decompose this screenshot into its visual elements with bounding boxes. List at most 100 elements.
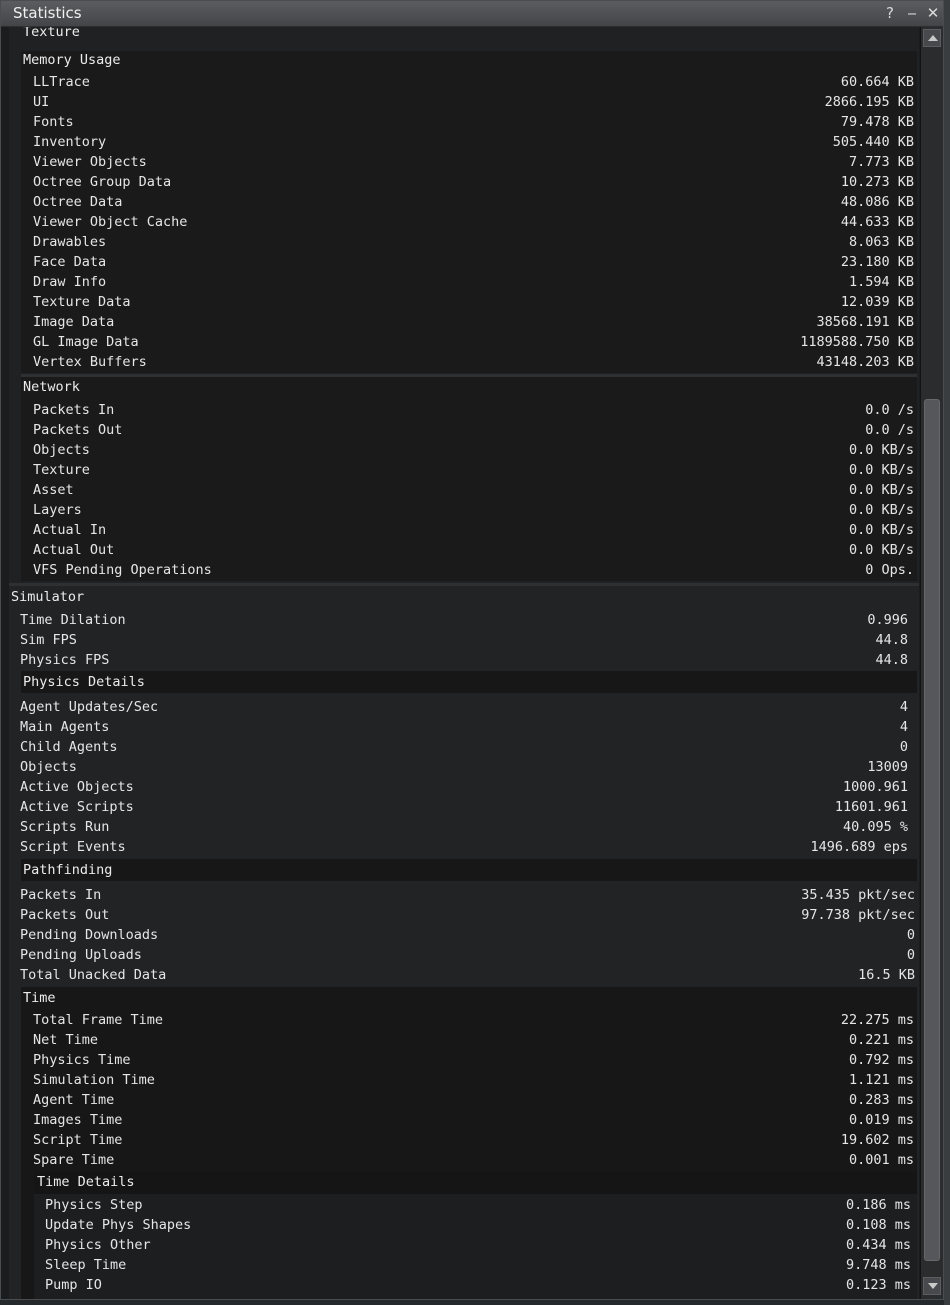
time-header[interactable]: Time [23, 987, 56, 1009]
stat-label: Objects [20, 759, 77, 775]
stat-row: Asset 0.0 KB/s [33, 480, 914, 500]
help-icon[interactable]: ? [881, 3, 899, 23]
stat-label: Packets In [33, 402, 115, 418]
stat-row: Script Time 19.602 ms [33, 1130, 914, 1150]
physics-details-header[interactable]: Physics Details [23, 671, 145, 693]
stat-row: Packets Out 97.738 pkt/sec [20, 905, 915, 925]
network-header[interactable]: Network [23, 376, 80, 398]
stat-row: Active Objects 1000.961 [20, 777, 908, 797]
stat-row: Sleep Time 9.748 ms [45, 1255, 911, 1275]
stat-value: 0.108 ms [845, 1217, 911, 1233]
stat-label: Image Data [33, 314, 115, 330]
stat-row: Actual In 0.0 KB/s [33, 520, 914, 540]
stat-label: Active Objects [20, 779, 134, 795]
close-icon[interactable]: ✕ [924, 3, 942, 23]
stat-row: Image Data 38568.191 KB [33, 312, 914, 332]
scroll-up-arrow-icon[interactable] [923, 29, 941, 47]
stat-row: Octree Group Data 10.273 KB [33, 172, 914, 192]
stat-label: Total Frame Time [33, 1012, 164, 1028]
title-bar[interactable]: Statistics ? ‒ ✕ [1, 1, 943, 27]
stat-label: Layers [33, 502, 82, 518]
stat-row: Octree Data 48.086 KB [33, 192, 914, 212]
stat-value: 0.0 KB/s [848, 462, 914, 478]
stat-label: Main Agents [20, 719, 110, 735]
stat-label: Viewer Objects [33, 154, 147, 170]
stat-label: Total Unacked Data [20, 967, 167, 983]
stat-label: Images Time [33, 1112, 123, 1128]
vertical-scrollbar[interactable] [920, 27, 943, 1299]
stat-label: Asset [33, 482, 74, 498]
stat-row: Packets In 35.435 pkt/sec [20, 885, 915, 905]
stat-value: 79.478 KB [840, 114, 914, 130]
window-title: Statistics [13, 4, 82, 22]
stat-row: Inventory 505.440 KB [33, 132, 914, 152]
stat-row: Scripts Run 40.095 % [20, 817, 908, 837]
stat-value: 97.738 pkt/sec [801, 907, 915, 923]
statistics-window: Statistics ? ‒ ✕ Texture Memory Usage Ne… [0, 0, 944, 1300]
stat-row: Objects 13009 [20, 757, 908, 777]
stat-row: Simulation Time 1.121 ms [33, 1070, 914, 1090]
pathfinding-header-bar [21, 859, 917, 881]
pathfinding-header[interactable]: Pathfinding [23, 859, 112, 881]
stat-row: Net Time 0.221 ms [33, 1030, 914, 1050]
stat-row: Sim FPS 44.8 [20, 630, 908, 650]
scrollbar-thumb[interactable] [924, 399, 940, 1261]
stat-row: Spare Time 0.001 ms [33, 1150, 914, 1170]
stat-value: 9.748 ms [845, 1257, 911, 1273]
stat-row: LLTrace 60.664 KB [33, 72, 914, 92]
stat-row: Time Dilation 0.996 [20, 610, 908, 630]
stat-row: Active Scripts 11601.961 [20, 797, 908, 817]
stat-row: Actual Out 0.0 KB/s [33, 540, 914, 560]
simulator-header[interactable]: Simulator [11, 586, 84, 608]
stat-value: 0.283 ms [848, 1092, 914, 1108]
minimize-icon[interactable]: ‒ [903, 3, 921, 23]
stat-row: Texture 0.0 KB/s [33, 460, 914, 480]
stat-label: Texture Data [33, 294, 131, 310]
stat-label: Time Dilation [20, 612, 126, 628]
stat-value: 0.0 KB/s [848, 442, 914, 458]
stat-value: 0.0 KB/s [848, 542, 914, 558]
stat-label: Objects [33, 442, 90, 458]
physics-details-header-bar [21, 671, 917, 693]
stat-label: Agent Updates/Sec [20, 699, 159, 715]
stat-value: 0.019 ms [848, 1112, 914, 1128]
scroll-down-arrow-icon[interactable] [923, 1277, 941, 1295]
stat-value: 2866.195 KB [824, 94, 914, 110]
stat-value: 44.8 [875, 632, 908, 648]
stat-row: Fonts 79.478 KB [33, 112, 914, 132]
stat-value: 7.773 KB [848, 154, 914, 170]
stat-label: Pending Uploads [20, 947, 142, 963]
stat-value: 0.434 ms [845, 1237, 911, 1253]
stat-value: 44.633 KB [840, 214, 914, 230]
background-behind-window [944, 0, 950, 1305]
stat-value: 0.0 KB/s [848, 502, 914, 518]
stat-value: 11601.961 [834, 799, 908, 815]
stat-label: VFS Pending Operations [33, 562, 212, 578]
time-details-header[interactable]: Time Details [37, 1171, 135, 1193]
stat-value: 19.602 ms [840, 1132, 914, 1148]
stat-label: Packets Out [33, 422, 123, 438]
stat-label: Physics FPS [20, 652, 110, 668]
stat-value: 0 Ops. [865, 562, 914, 578]
stat-value: 0 [906, 927, 915, 943]
stat-label: Script Events [20, 839, 126, 855]
stat-row: VFS Pending Operations 0 Ops. [33, 560, 914, 580]
stat-row: Packets Out 0.0 /s [33, 420, 914, 440]
stat-label: Inventory [33, 134, 107, 150]
stat-value: 13009 [867, 759, 908, 775]
memory-usage-header[interactable]: Memory Usage [23, 49, 121, 71]
stat-value: 38568.191 KB [816, 314, 914, 330]
texture-header[interactable]: Texture [23, 27, 80, 43]
stat-label: Physics Time [33, 1052, 131, 1068]
time-details-header-bar [34, 1172, 917, 1194]
stat-value: 0.0 KB/s [848, 482, 914, 498]
stat-label: Viewer Object Cache [33, 214, 188, 230]
stat-label: Update Phys Shapes [45, 1217, 192, 1233]
stat-label: Drawables [33, 234, 107, 250]
stat-value: 22.275 ms [840, 1012, 914, 1028]
stat-row: UI 2866.195 KB [33, 92, 914, 112]
stat-value: 35.435 pkt/sec [801, 887, 915, 903]
stat-label: Octree Data [33, 194, 123, 210]
stat-label: Script Time [33, 1132, 123, 1148]
stat-value: 8.063 KB [848, 234, 914, 250]
